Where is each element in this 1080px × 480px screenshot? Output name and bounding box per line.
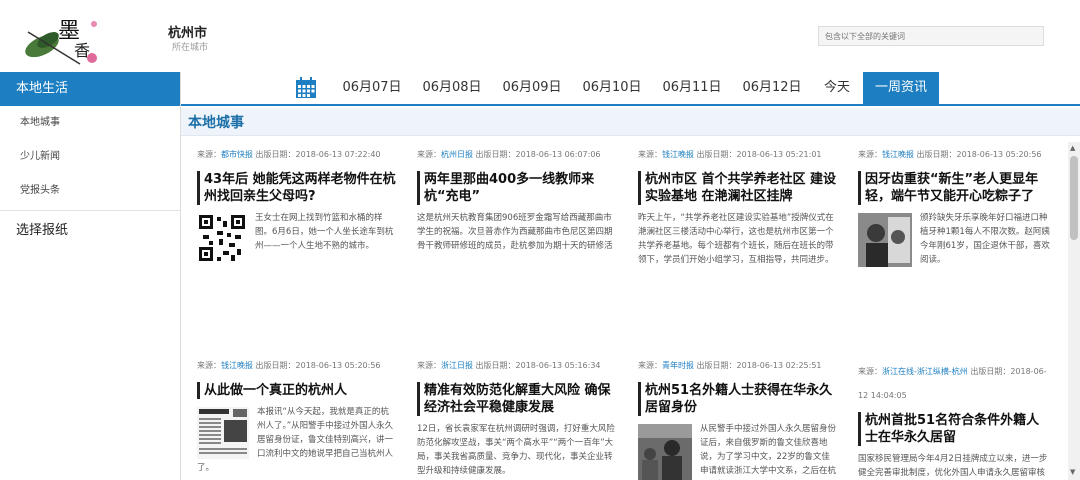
article-card[interactable]: 来源：青年时报 出版日期：2018-06-13 02:25:51 杭州51名外籍…: [638, 360, 838, 480]
newspaper-thumbnail-image: [197, 407, 249, 459]
article-summary: 颁羚缺失牙乐享晚年好口福进口种植牙种1颗1每人不限次数。赵阿姨今年刚61岁，国企…: [858, 211, 1052, 269]
header: 墨 香 杭州市 所在城市: [0, 0, 1080, 72]
article-source[interactable]: 钱江晚报: [221, 361, 253, 370]
section-header: 本地城事: [181, 108, 1080, 136]
city-sub-label: 所在城市: [172, 43, 209, 53]
article-summary: 本报讯“从今天起，我就是真正的杭州人了。”从阳警手中接过外国人永久居留身份证，鲁…: [197, 407, 394, 473]
article-card[interactable]: 来源：都市快报 出版日期：2018-06-13 07:22:40 43年后 她能…: [197, 149, 397, 269]
article-summary: 从民警手中接过外国人永久居留身份证后，来自俄罗斯的鲁文佳欣喜地说，为了学习中文，…: [638, 422, 838, 480]
article-title[interactable]: 杭州51名外籍人士获得在华永久居留身份: [638, 382, 838, 416]
scroll-up-icon[interactable]: ▲: [1070, 144, 1075, 152]
article-summary: 这是杭州天杭教育集团906班罗金霜写给西藏那曲市学生的祝福。次旦普赤作为西藏那曲…: [417, 213, 613, 251]
date-tab-0607[interactable]: 06月07日: [339, 72, 405, 104]
search-input[interactable]: [818, 26, 1044, 46]
article-card[interactable]: 来源：浙江日报 出版日期：2018-06-13 05:16:34 精准有效防范化…: [417, 360, 617, 478]
date-tab-0610[interactable]: 06月10日: [579, 72, 645, 104]
article-title[interactable]: 杭州市区 首个共学养老社区 建设实验基地 在滟澜社区挂牌: [638, 171, 838, 205]
article-card[interactable]: 来源：钱江晚报 出版日期：2018-06-13 05:21:01 杭州市区 首个…: [638, 149, 838, 269]
article-card[interactable]: 来源：钱江晚报 出版日期：2018-06-13 05:20:56 从此做一个真正…: [197, 360, 397, 478]
article-title[interactable]: 两年里那曲400多一线教师来杭“充电”: [417, 171, 617, 205]
article-source[interactable]: 浙江日报: [441, 361, 473, 370]
date-tab-0609[interactable]: 06月09日: [499, 72, 565, 104]
article-source[interactable]: 杭州日报: [441, 150, 473, 159]
article-summary: 王女士在网上找到竹篮和水桶的样图。6月6日，她一个人坐长途车到杭州——一个人生地…: [197, 211, 397, 269]
date-tab-0608[interactable]: 06月08日: [419, 72, 485, 104]
article-meta: 来源：浙江在线-浙江纵横-杭州 出版日期：2018-06-12 14:04:05: [858, 367, 1047, 400]
city-name: 杭州市: [168, 26, 208, 41]
article-source[interactable]: 钱江晚报: [882, 150, 914, 159]
article-meta: 来源：钱江晚报 出版日期：2018-06-13 05:21:01: [638, 150, 822, 159]
qr-code-icon: [197, 213, 247, 263]
article-title[interactable]: 43年后 她能凭这两样老物件在杭州找回亲生父母吗?: [197, 171, 397, 205]
article-meta: 来源：青年时报 出版日期：2018-06-13 02:25:51: [638, 361, 822, 370]
article-title[interactable]: 从此做一个真正的杭州人: [197, 382, 397, 399]
sidebar-item-local-news[interactable]: 本地城事: [0, 106, 180, 140]
article-card[interactable]: 来源：浙江在线-浙江纵横-杭州 出版日期：2018-06-12 14:04:05…: [858, 360, 1052, 478]
sidebar-item-headlines[interactable]: 党报头条: [0, 174, 180, 208]
article-source[interactable]: 钱江晚报: [662, 150, 694, 159]
divider: [0, 210, 180, 211]
article-title[interactable]: 因牙齿重获“新生”老人更显年轻，端午节又能开心吃粽子了: [858, 171, 1054, 205]
logo-icon[interactable]: 墨 香: [18, 10, 102, 68]
article-meta: 来源：都市快报 出版日期：2018-06-13 07:22:40: [197, 150, 381, 159]
article-meta: 来源：钱江晚报 出版日期：2018-06-13 05:20:56: [858, 150, 1042, 159]
article-meta: 来源：钱江晚报 出版日期：2018-06-13 05:20:56: [197, 361, 381, 370]
date-tab-0611[interactable]: 06月11日: [659, 72, 725, 104]
date-tab-0612[interactable]: 06月12日: [739, 72, 805, 104]
scrollbar-thumb[interactable]: [1070, 156, 1078, 240]
sidebar-item-children-news[interactable]: 少儿新闻: [0, 140, 180, 174]
article-title[interactable]: 精准有效防范化解重大风险 确保经济社会平稳健康发展: [417, 382, 617, 416]
scroll-down-icon[interactable]: ▼: [1070, 468, 1075, 476]
sidebar-select-newspaper[interactable]: 选择报纸: [0, 213, 180, 249]
article-source[interactable]: 浙江在线-浙江纵横-杭州: [882, 367, 968, 376]
article-source[interactable]: 都市快报: [221, 150, 253, 159]
ceremony-photo-image: [638, 424, 692, 480]
section-title: 本地城事: [188, 115, 244, 131]
calendar-icon[interactable]: [295, 77, 317, 99]
sidebar-title[interactable]: 本地生活: [0, 72, 180, 106]
tab-week-news[interactable]: 一周资讯: [863, 72, 939, 104]
article-title[interactable]: 杭州首批51名符合条件外籍人士在华永久居留: [858, 412, 1052, 446]
date-tab-today[interactable]: 今天: [817, 72, 857, 104]
article-summary: 12日，省长袁家军在杭州调研时强调，打好重大风险防范化解攻坚战，事关“两个高水平…: [417, 424, 615, 476]
date-bar: 06月07日 06月08日 06月09日 06月10日 06月11日 06月12…: [181, 72, 1080, 106]
article-card[interactable]: 来源：钱江晚报 出版日期：2018-06-13 05:20:56 因牙齿重获“新…: [858, 149, 1058, 269]
dental-photo-image: [858, 213, 912, 267]
article-summary: 国家移民管理局今年4月2日挂牌成立以来，进一步健全完善审批制度，优化外国人申请永…: [858, 454, 1048, 478]
article-summary: 昨天上午，“共学养老社区建设实验基地”授牌仪式在滟澜社区三楼活动中心举行，这也是…: [638, 213, 834, 265]
article-meta: 来源：杭州日报 出版日期：2018-06-13 06:07:06: [417, 150, 601, 159]
article-meta: 来源：浙江日报 出版日期：2018-06-13 05:16:34: [417, 361, 601, 370]
article-card[interactable]: 来源：杭州日报 出版日期：2018-06-13 06:07:06 两年里那曲40…: [417, 149, 617, 269]
article-source[interactable]: 青年时报: [662, 361, 694, 370]
sidebar: 本地生活 本地城事 少儿新闻 党报头条 选择报纸: [0, 72, 181, 480]
